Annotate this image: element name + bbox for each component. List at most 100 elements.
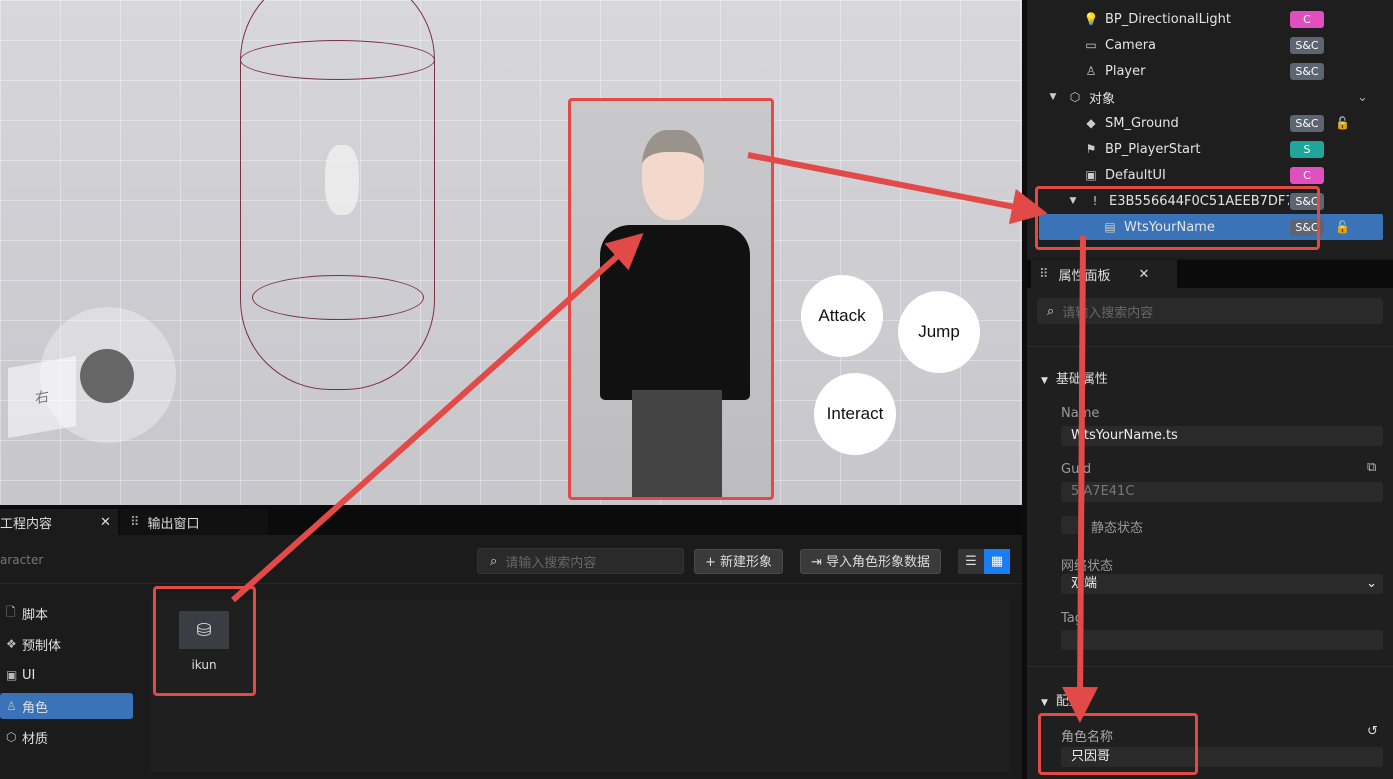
- badge: S&C: [1290, 192, 1324, 210]
- button-label: 新建形象: [720, 555, 773, 570]
- item-label: WtsYourName: [1124, 219, 1215, 235]
- outliner-item[interactable]: ⚑ BP_PlayerStart S: [1027, 136, 1393, 162]
- item-label: E3B556644F0C51AEEB7DF7A07: [1109, 193, 1289, 209]
- role-name-field[interactable]: 只因哥: [1061, 747, 1383, 767]
- prefab-icon: ❖: [6, 637, 17, 651]
- section-basic[interactable]: ▼ 基础属性: [1041, 368, 1108, 387]
- file-icon: 🗋: [6, 604, 16, 619]
- badge: S&C: [1290, 114, 1324, 132]
- search-placeholder: 请输入搜索内容: [505, 555, 597, 571]
- chevron-down-icon: ⌄: [1366, 576, 1377, 591]
- item-label: 对象: [1089, 91, 1116, 107]
- outliner-group[interactable]: ▼ ⬡ 对象 ⌄: [1027, 84, 1393, 110]
- asset-grid: ⛁ ikun: [150, 600, 1010, 772]
- tag-field[interactable]: [1061, 630, 1383, 650]
- caret-down-icon[interactable]: ▼: [1065, 196, 1081, 206]
- import-avatar-button[interactable]: ⇥ 导入角色形象数据: [800, 549, 942, 574]
- section-config[interactable]: ▼ 配置: [1041, 690, 1082, 709]
- list-view-button[interactable]: ☰: [958, 549, 984, 574]
- new-avatar-button[interactable]: + 新建形象: [694, 549, 784, 574]
- sidebar-item-character[interactable]: ♙ 角色: [0, 693, 133, 719]
- sidebar-item-ui[interactable]: ▣ UI: [0, 662, 133, 688]
- sidebar-label: 预制体: [22, 638, 62, 654]
- close-icon[interactable]: ✕: [1139, 267, 1150, 282]
- tab-properties[interactable]: ⠿ 属性面板 ✕: [1031, 260, 1177, 288]
- breadcrumb[interactable]: aracter: [0, 553, 43, 567]
- tab-output[interactable]: ⠿ 输出窗口: [120, 509, 268, 535]
- script-icon: ▤: [1104, 220, 1116, 234]
- outliner-item[interactable]: ▼ ǃ E3B556644F0C51AEEB7DF7A07S&C: [1027, 188, 1393, 214]
- grid-view-button[interactable]: ▦: [984, 549, 1010, 574]
- interact-button[interactable]: Interact: [814, 373, 896, 455]
- section-title: 基础属性: [1055, 372, 1108, 387]
- project-content-panel: 工程内容 ✕ ⠿ 输出窗口 aracter ⌕ 请输入搜索内容 + 新建形象 ⇥ 导入…: [0, 505, 1022, 779]
- import-icon: ⇥: [811, 555, 827, 570]
- caret-down-icon[interactable]: ▼: [1045, 92, 1061, 102]
- copy-icon[interactable]: ⧉: [1367, 460, 1376, 475]
- camera-icon: ▭: [1085, 38, 1097, 52]
- close-icon[interactable]: ✕: [100, 515, 111, 530]
- view-gizmo[interactable]: 右: [8, 356, 76, 438]
- guid-field: 5 A7E41C: [1061, 482, 1383, 502]
- tab-project-content[interactable]: 工程内容 ✕: [0, 509, 118, 535]
- item-label: Player: [1105, 63, 1146, 79]
- drag-handle-icon[interactable]: ⠿: [130, 515, 140, 530]
- sidebar-item-material[interactable]: ⬡ 材质: [0, 724, 133, 750]
- character-data-icon[interactable]: ⛁: [179, 611, 229, 649]
- caret-down-icon: ▼: [1041, 376, 1048, 386]
- cube-icon: ⬡: [6, 730, 17, 744]
- tab-label: 工程内容: [0, 516, 53, 532]
- character-model: [570, 100, 772, 500]
- light-bulb-icon: 💡: [1083, 12, 1099, 26]
- lock-icon[interactable]: 🔓: [1335, 220, 1350, 234]
- item-label: Camera: [1105, 37, 1157, 53]
- gizmo-label: 右: [35, 388, 49, 408]
- guid-label: Guid: [1061, 462, 1092, 477]
- static-checkbox[interactable]: [1061, 516, 1081, 534]
- player-start-icon: [325, 145, 359, 215]
- name-field[interactable]: WtsYourName.ts: [1061, 426, 1383, 446]
- badge: C: [1290, 166, 1324, 184]
- section-title: 配置: [1055, 694, 1082, 709]
- flag-icon: ⚑: [1085, 142, 1097, 156]
- badge: S&C: [1290, 36, 1324, 54]
- cube-icon: ⬡: [1069, 90, 1081, 104]
- item-label: BP_PlayerStart: [1105, 141, 1201, 157]
- scene-viewport[interactable]: 右 Attack Jump Interact: [0, 0, 1022, 505]
- item-label: BP_DirectionalLight: [1105, 11, 1232, 27]
- outliner-item[interactable]: 💡 BP_DirectionalLight C: [1027, 6, 1393, 32]
- net-value: 双端: [1071, 576, 1098, 591]
- property-search-input[interactable]: ⌕ 请输入搜索内容: [1037, 298, 1383, 324]
- asset-label[interactable]: ikun: [179, 658, 229, 672]
- jump-button[interactable]: Jump: [898, 291, 980, 373]
- joystick-knob[interactable]: [80, 349, 134, 403]
- capsule-ring: [240, 40, 435, 80]
- net-select[interactable]: 双端 ⌄: [1061, 574, 1383, 594]
- reset-icon[interactable]: ↺: [1367, 724, 1378, 739]
- sidebar-label: UI: [22, 667, 36, 683]
- role-name-label: 角色名称: [1061, 730, 1114, 745]
- outliner-item[interactable]: ♙ Player S&C: [1027, 58, 1393, 84]
- chevron-down-icon[interactable]: ⌄: [1357, 90, 1368, 105]
- lock-icon[interactable]: 🔓: [1335, 116, 1350, 130]
- sidebar-item-prefab[interactable]: ❖ 预制体: [0, 631, 133, 657]
- net-label: 网络状态: [1061, 559, 1114, 574]
- outliner-item[interactable]: ▣ DefaultUI C: [1027, 162, 1393, 188]
- badge: S&C: [1290, 218, 1324, 236]
- sidebar-item-script[interactable]: 🗋 脚本: [0, 600, 133, 626]
- properties-panel: ⠿ 属性面板 ✕ ⌕ 请输入搜索内容 ▼ 基础属性 Name WtsYourNam…: [1027, 260, 1393, 779]
- sidebar-label: 脚本: [22, 607, 49, 623]
- asset-search-input[interactable]: ⌕ 请输入搜索内容: [477, 548, 684, 574]
- outliner-item-selected[interactable]: ▤ WtsYourName S&C 🔓: [1039, 214, 1383, 240]
- tab-label: 输出窗口: [147, 516, 200, 532]
- person-icon: ♙: [1085, 64, 1097, 78]
- search-icon: ⌕: [1047, 303, 1055, 319]
- outliner-item[interactable]: ▭ Camera S&C: [1027, 32, 1393, 58]
- attack-button[interactable]: Attack: [801, 275, 883, 357]
- badge: S: [1290, 140, 1324, 158]
- badge: S&C: [1290, 62, 1324, 80]
- search-placeholder: 请输入搜索内容: [1062, 305, 1154, 321]
- tag-label: Tag: [1061, 611, 1084, 626]
- drag-handle-icon[interactable]: ⠿: [1039, 267, 1049, 282]
- outliner-item[interactable]: ◆ SM_Ground S&C 🔓: [1027, 110, 1393, 136]
